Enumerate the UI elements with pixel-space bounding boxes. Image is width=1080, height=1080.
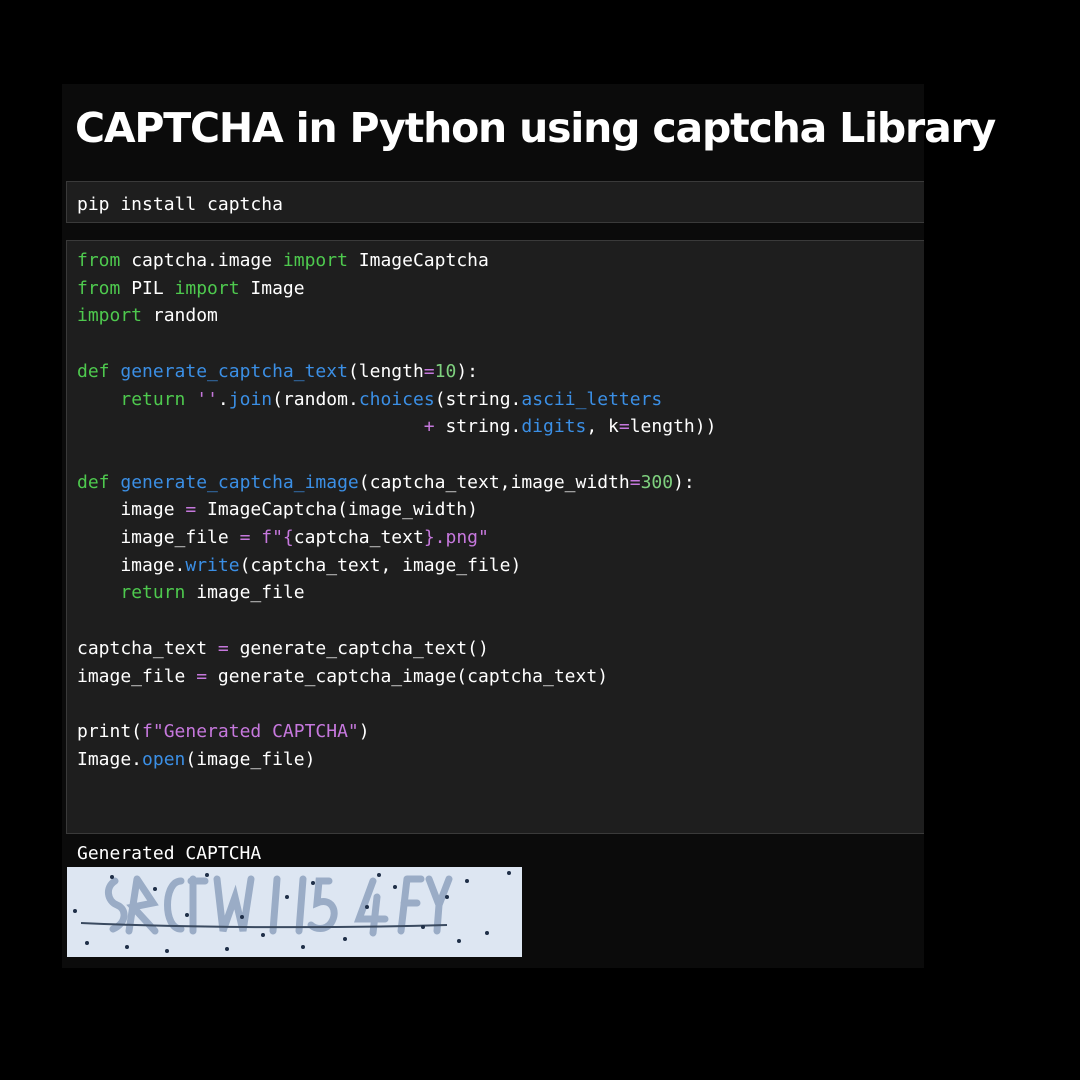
code-token: = [185,499,197,521]
code-token: print( [77,720,143,742]
code-token: from [77,250,121,271]
code-line: def generate_captcha_image(captcha_text,… [77,472,695,493]
code-token: '' [196,388,218,410]
code-line: Image.open(image_file) [77,749,315,770]
code-token: image_file [77,665,197,687]
code-token: = [239,527,251,549]
code-token: f"Generated CAPTCHA" [142,720,359,742]
captcha-graphic [67,867,522,957]
code-line: image = ImageCaptcha(image_width) [77,499,478,520]
code-token: = [423,360,435,382]
code-token: import [282,250,348,271]
code-token: (captcha_text, image_file) [239,554,522,576]
code-token: random [142,305,218,327]
code-line: print(f"Generated CAPTCHA") [77,721,370,742]
page-title: CAPTCHA in Python using captcha Library [75,104,996,152]
code-token: = [196,665,208,687]
install-command: pip install captcha [77,194,283,215]
code-token: (image_file) [185,748,316,770]
code-token: open [142,748,186,770]
code-token: Image. [77,748,143,770]
code-token: join [228,388,273,410]
code-token: return [120,582,186,604]
code-token: ): [456,360,479,382]
code-token: ) [358,720,370,742]
main-code-cell[interactable]: from captcha.image import ImageCaptcha f… [66,240,924,834]
code-token: generate_captcha_image [120,471,359,493]
code-token: Image [239,277,305,299]
code-token: return [120,388,186,410]
code-token: = [217,637,229,659]
code-line: from captcha.image import ImageCaptcha [77,250,489,271]
code-token: digits [521,416,587,438]
code-token: ImageCaptcha [347,250,489,271]
code-token: = [618,416,630,438]
code-token: (length [347,360,424,382]
code-line: import random [77,305,218,326]
code-token: }.png" [423,527,489,549]
code-token: . [217,388,229,410]
code-token: ImageCaptcha(image_width) [196,499,478,521]
code-token: generate_captcha_text() [228,637,489,659]
code-token: (string. [434,388,522,410]
code-token: import [77,305,143,327]
code-token: 10 [434,360,457,382]
code-token: = [629,471,641,493]
code-token: write [185,554,240,576]
code-line: return ''.join(random.choices(string.asc… [77,389,662,410]
code-token: , k [586,416,619,438]
code-line: image.write(captcha_text, image_file) [77,555,521,576]
code-block: from captcha.image import ImageCaptcha f… [77,247,924,773]
code-token: def [77,471,110,493]
code-line: image_file = generate_captcha_image(capt… [77,666,608,687]
code-token: import [174,277,240,299]
code-line: + string.digits, k=length)) [77,416,717,438]
code-token: image_file [185,582,305,604]
code-line: return image_file [77,582,305,604]
code-line: from PIL import Image [77,278,305,299]
code-token: captcha.image [120,250,283,271]
code-token: ascii_letters [521,388,663,410]
code-line: image_file = f"{captcha_text}.png" [77,527,489,548]
code-token: captcha_text [77,637,218,659]
code-token: + [423,416,435,438]
code-line: captcha_text = generate_captcha_text() [77,638,489,659]
code-token: def [77,360,110,382]
code-token: string. [434,416,522,438]
code-token: image_file [77,527,240,549]
code-token: image. [77,554,186,576]
code-token: choices [358,388,435,410]
code-token: generate_captcha_image(captcha_text) [207,665,609,687]
captcha-output-image [67,867,522,957]
cell-output-text: Generated CAPTCHA [77,843,262,864]
code-token: 300 [640,471,674,493]
code-token: ): [673,471,695,493]
code-token: from [77,277,121,299]
code-line: def generate_captcha_text(length=10): [77,361,478,382]
code-token: PIL [120,277,175,299]
code-token: f"{ [261,527,294,549]
install-code-cell[interactable]: pip install captcha [66,181,924,223]
code-token: generate_captcha_text [120,360,348,382]
code-token: image [77,499,186,521]
code-token: (captcha_text,image_width [358,471,630,493]
code-token: (random. [272,388,359,410]
code-token: length)) [629,416,717,438]
code-token: captcha_text [293,527,424,549]
